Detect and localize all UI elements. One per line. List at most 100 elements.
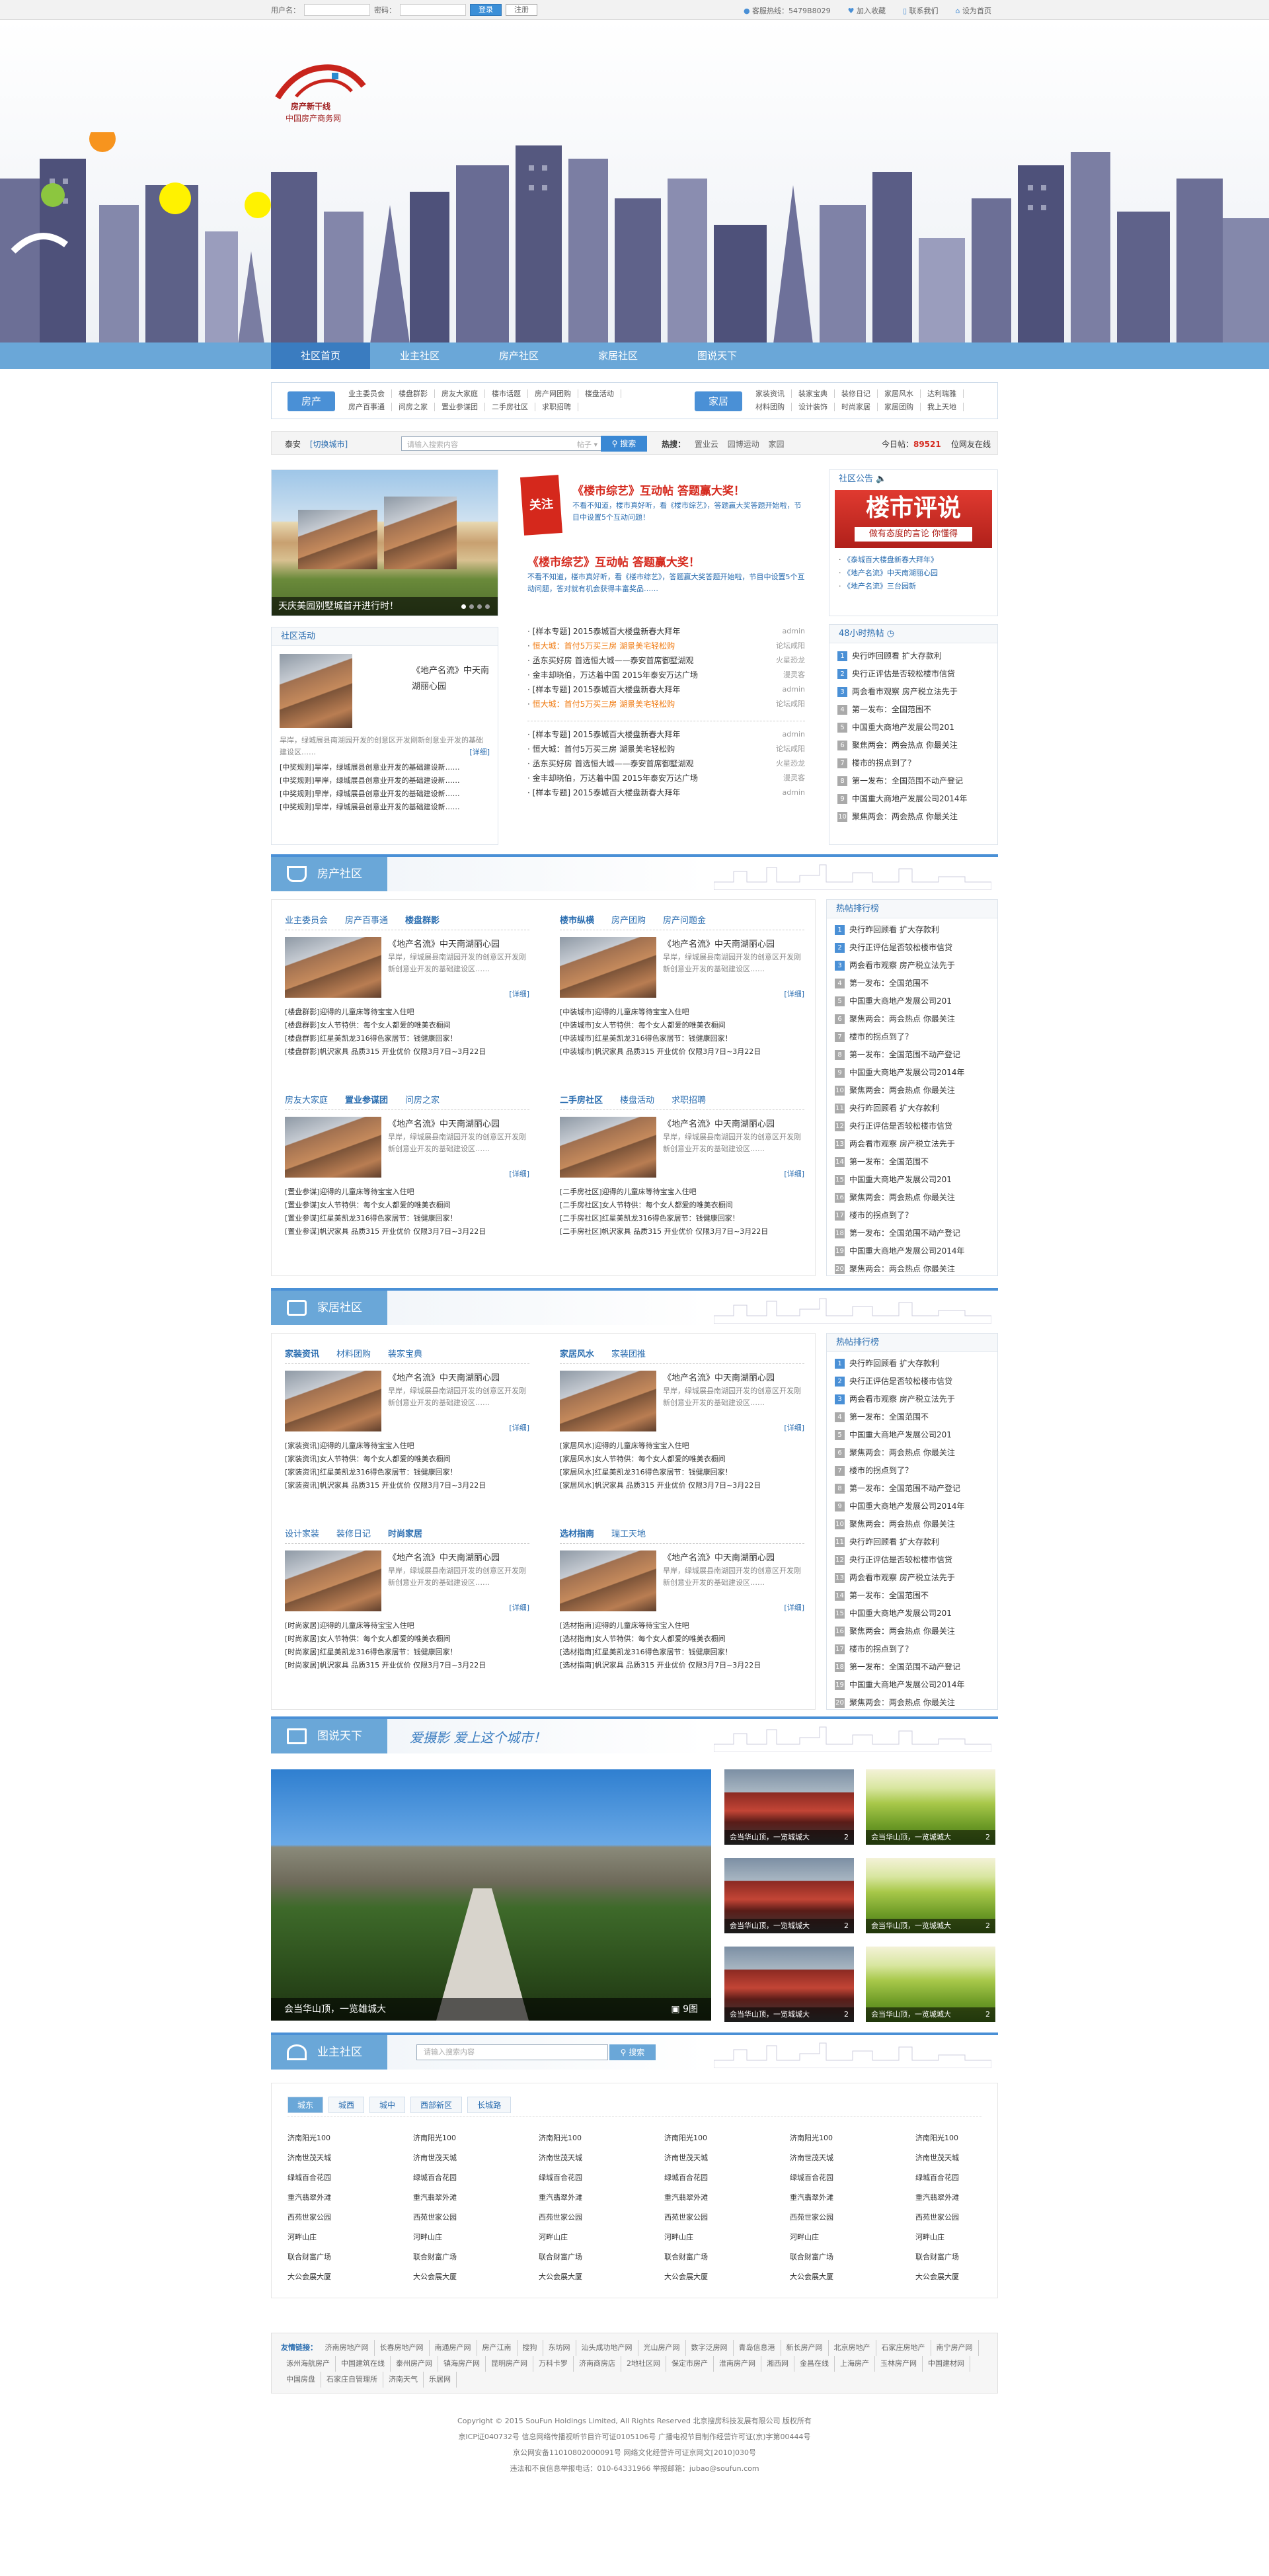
- friend-link[interactable]: 石家庄房地产: [876, 2340, 931, 2356]
- news-item[interactable]: · [样本专题] 2015泰城百大楼盘新春大拜年 admin: [527, 727, 805, 742]
- nav-house-community[interactable]: 房产社区: [469, 342, 568, 369]
- carousel-dots[interactable]: [461, 604, 490, 609]
- owner-search-button[interactable]: ⚲ 搜索: [609, 2044, 656, 2060]
- friend-link[interactable]: 汕头成功地产网: [576, 2340, 638, 2356]
- block-card[interactable]: 《地产名流》中天南湖丽心园 旱岸，绿城展县南湖园开发的创意区开发刚新创意业开发的基…: [285, 1364, 529, 1437]
- block-tab[interactable]: 二手房社区: [560, 1093, 603, 1109]
- channel-link[interactable]: 二手房社区: [485, 403, 535, 411]
- activity-card[interactable]: 《地产名流》中天南湖丽心园: [280, 650, 490, 732]
- rank-item[interactable]: 14 第一发布：全国范围不: [835, 1587, 989, 1605]
- estate-link[interactable]: 西苑世家公园: [915, 2208, 1041, 2228]
- list-item[interactable]: [中装城市]红星美凯龙316得色家居节：钱健康回家！: [560, 1032, 804, 1045]
- gallery-thumb[interactable]: 会当华山顶，一览城城大 2: [724, 1858, 854, 1933]
- estate-link[interactable]: 绿城百合花园: [288, 2168, 413, 2188]
- channel-link[interactable]: 楼市话题: [485, 389, 528, 398]
- search-type-select[interactable]: 帖子 ▾: [577, 439, 597, 450]
- friend-link[interactable]: 新长房产网: [781, 2340, 829, 2356]
- estate-link[interactable]: 大公会展大厦: [413, 2267, 539, 2287]
- estate-link[interactable]: 绿城百合花园: [413, 2168, 539, 2188]
- estate-link[interactable]: 河畔山庄: [790, 2228, 915, 2247]
- list-item[interactable]: [选材指南]红星美凯龙316得色家居节：钱健康回家！: [560, 1646, 804, 1659]
- friend-link[interactable]: 上海房产: [835, 2356, 875, 2372]
- estate-link[interactable]: 济南世茂天城: [664, 2148, 790, 2168]
- estate-link[interactable]: 济南世茂天城: [915, 2148, 1041, 2168]
- news-item[interactable]: · 恒大城：首付5万买三房 湖景美宅轻松购 论坛咸阳: [527, 639, 805, 653]
- rank-item[interactable]: 12 央行正评估是否较松楼市信贷: [835, 1117, 989, 1135]
- rank-item[interactable]: 19 中国重大商地产发展公司2014年: [835, 1676, 989, 1694]
- estate-link[interactable]: 河畔山庄: [539, 2228, 664, 2247]
- rank-item[interactable]: 4 第一发布：全国范围不: [835, 975, 989, 992]
- news-item[interactable]: · 恒大城：首付5万买三房 湖景美宅轻松购 论坛咸阳: [527, 742, 805, 756]
- block-tab[interactable]: 材料团购: [336, 1347, 371, 1363]
- news-item[interactable]: · 金丰却晓伯，万达着中国 2015年泰安万达广场 漫灵客: [527, 668, 805, 682]
- list-item[interactable]: [二手房社区]女人节特供：每个女人都爱的唯美衣橱间: [560, 1199, 804, 1212]
- estate-link[interactable]: 西苑世家公园: [790, 2208, 915, 2228]
- estate-link[interactable]: 联合财富广场: [790, 2247, 915, 2267]
- district-tab[interactable]: 西部新区: [410, 2097, 463, 2113]
- friend-link[interactable]: 东坊网: [543, 2340, 576, 2356]
- news-item[interactable]: · 丞东买好房 首选恒大城——泰安首席御墅湖观 火星恐龙: [527, 756, 805, 771]
- block-tab[interactable]: 家装团推: [611, 1347, 646, 1363]
- estate-link[interactable]: 重汽翡翠外滩: [664, 2188, 790, 2208]
- rank-item[interactable]: 10 聚焦两会：两会热点 你最关注: [835, 1515, 989, 1533]
- block-tab[interactable]: 楼盘活动: [620, 1093, 654, 1109]
- site-logo[interactable]: 房产新干线 中国房产商务网: [271, 60, 370, 132]
- channel-link[interactable]: 材料团购: [749, 403, 792, 411]
- rank-item[interactable]: 8 第一发布：全国范围不动产登记: [835, 1046, 989, 1064]
- friend-link[interactable]: 搜狗: [518, 2340, 543, 2356]
- rank-item[interactable]: 6 聚焦两会：两会热点 你最关注: [835, 1010, 989, 1028]
- channel-link[interactable]: 家居团购: [878, 403, 921, 411]
- channel-link[interactable]: 楼盘群影: [392, 389, 435, 398]
- set-home-link[interactable]: ⌂ 设为首页: [956, 5, 991, 16]
- list-item[interactable]: [二手房社区]红星美凯龙316得色家居节：钱健康回家！: [560, 1212, 804, 1225]
- estate-link[interactable]: 济南世茂天城: [413, 2148, 539, 2168]
- rank-item[interactable]: 11 央行昨回顾看 扩大存款利: [835, 1100, 989, 1117]
- nav-home-community[interactable]: 家居社区: [568, 342, 668, 369]
- rank-item[interactable]: 3 两会看市观察 房产税立法先于: [837, 683, 989, 701]
- channel-link[interactable]: 问房之家: [392, 403, 435, 411]
- estate-link[interactable]: 大公会展大厦: [539, 2267, 664, 2287]
- rank-item[interactable]: 15 中国重大商地产发展公司201: [835, 1171, 989, 1189]
- district-tab[interactable]: 城东: [288, 2097, 324, 2113]
- block-tab[interactable]: 装家宝典: [388, 1347, 422, 1363]
- card-more-link[interactable]: [详细]: [784, 1602, 804, 1613]
- block-tab[interactable]: 家居风水: [560, 1347, 594, 1363]
- rank-item[interactable]: 3 两会看市观察 房产税立法先于: [835, 1390, 989, 1408]
- switch-city-link[interactable]: [切换城市]: [310, 440, 348, 449]
- news-item[interactable]: · 恒大城：首付5万买三房 湖景美宅轻松购 论坛咸阳: [527, 697, 805, 711]
- friend-link[interactable]: 济南商房店: [574, 2356, 621, 2372]
- rank-item[interactable]: 10 聚焦两会：两会热点 你最关注: [835, 1082, 989, 1100]
- estate-link[interactable]: 绿城百合花园: [539, 2168, 664, 2188]
- channel-link[interactable]: 时尚家居: [835, 403, 878, 411]
- friend-link[interactable]: 湘西网: [761, 2356, 794, 2372]
- list-item[interactable]: [楼盘群影]迎得的儿童床等待宝宝入住吧: [285, 1006, 529, 1019]
- friend-link[interactable]: 淮南房产网: [714, 2356, 761, 2372]
- list-item[interactable]: [时尚家居]女人节特供：每个女人都爱的唯美衣橱间: [285, 1632, 529, 1646]
- estate-link[interactable]: 西苑世家公园: [288, 2208, 413, 2228]
- block-tab[interactable]: 时尚家居: [388, 1527, 422, 1543]
- estate-link[interactable]: 济南阳光100: [288, 2128, 413, 2148]
- estate-link[interactable]: 济南阳光100: [413, 2128, 539, 2148]
- rank-item[interactable]: 18 第一发布：全国范围不动产登记: [835, 1658, 989, 1676]
- list-item[interactable]: [置业参谋]帆沢家具 品质315 开业优价 仅限3月7日~3月22日: [285, 1225, 529, 1238]
- block-tab[interactable]: 置业参谋团: [345, 1093, 388, 1109]
- rank-item[interactable]: 4 第一发布：全国范围不: [835, 1408, 989, 1426]
- friend-link[interactable]: 光山房产网: [638, 2340, 686, 2356]
- channel-link[interactable]: 家居风水: [878, 389, 921, 398]
- rank-item[interactable]: 5 中国重大商地产发展公司201: [837, 719, 989, 737]
- list-item[interactable]: [二手房社区]迎得的儿童床等待宝宝入住吧: [560, 1186, 804, 1199]
- estate-link[interactable]: 联合财富广场: [288, 2247, 413, 2267]
- block-tab[interactable]: 业主委员会: [285, 913, 328, 930]
- block-tab[interactable]: 问房之家: [405, 1093, 440, 1109]
- friend-link[interactable]: 保定市房产: [666, 2356, 714, 2372]
- card-more-link[interactable]: [详细]: [509, 1422, 529, 1433]
- rank-item[interactable]: 1 央行昨回顾看 扩大存款利: [835, 921, 989, 939]
- login-button[interactable]: 登录: [470, 4, 502, 16]
- headline-2[interactable]: 《楼市综艺》互动帖 答题赢大奖！: [527, 553, 700, 569]
- rank-item[interactable]: 2 央行正评估是否较松楼市信贷: [835, 939, 989, 957]
- estate-link[interactable]: 济南世茂天城: [288, 2148, 413, 2168]
- list-item[interactable]: [中奖规则]旱岸，绿城展县创意业开发的基础建设新……: [280, 774, 490, 787]
- friend-link[interactable]: 长春房地产网: [375, 2340, 430, 2356]
- channel-link[interactable]: 达利瑞雅: [921, 389, 964, 398]
- list-item[interactable]: [中奖规则]旱岸，绿城展县创意业开发的基础建设新……: [280, 787, 490, 801]
